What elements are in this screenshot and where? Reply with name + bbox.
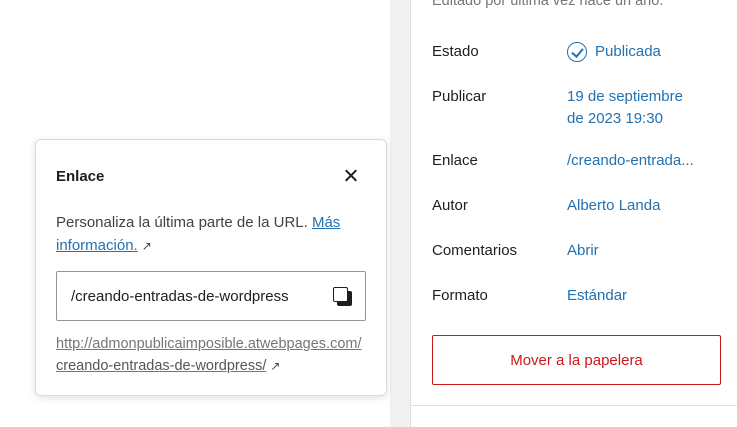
full-url: http://admonpublicaimposible.atwebpages.… (56, 333, 366, 377)
popover-description: Personaliza la última parte de la URL. M… (56, 211, 366, 258)
move-to-trash-button[interactable]: Mover a la papelera (432, 335, 721, 385)
link-row: Enlace /creando-entrada... (432, 150, 732, 172)
publish-label: Publicar (432, 88, 487, 105)
format-row: Formato Estándar (432, 285, 732, 307)
full-url-slug: creando-entradas-de-wordpress/ (56, 358, 267, 374)
description-text: Personaliza la última parte de la URL. (56, 214, 308, 231)
full-url-link[interactable]: http://admonpublicaimposible.atwebpages.… (56, 336, 361, 374)
slug-field (56, 271, 366, 321)
author-label: Autor (432, 197, 468, 214)
format-label: Formato (432, 287, 488, 304)
post-settings-sidebar: Editado por última vez hace un año. Esta… (410, 0, 737, 427)
link-popover: Enlace Personaliza la última parte de la… (35, 139, 387, 396)
slug-input[interactable] (57, 287, 319, 305)
status-value-button[interactable]: Publicada (567, 41, 661, 63)
panel-divider (390, 0, 410, 427)
link-label: Enlace (432, 152, 478, 169)
copy-icon-front (333, 287, 348, 302)
status-row: Estado Publicada (432, 41, 732, 63)
copy-icon[interactable] (333, 287, 353, 307)
author-value-button[interactable]: Alberto Landa (567, 195, 660, 217)
author-row: Autor Alberto Landa (432, 195, 732, 217)
external-link-icon-2: ↗ (270, 359, 281, 373)
publish-row: Publicar 19 de septiembre de 2023 19:30 (432, 86, 732, 130)
publish-date-button[interactable]: 19 de septiembre de 2023 19:30 (567, 86, 683, 130)
full-url-base: http://admonpublicaimposible.atwebpages.… (56, 336, 362, 352)
section-divider (411, 405, 737, 406)
comments-row: Comentarios Abrir (432, 240, 732, 262)
comments-label: Comentarios (432, 242, 518, 259)
status-value: Publicada (595, 43, 661, 60)
link-value-button[interactable]: /creando-entrada... (567, 150, 694, 172)
check-circle-icon (567, 42, 587, 62)
close-icon[interactable] (340, 165, 362, 187)
last-edited-text: Editado por última vez hace un año. (432, 0, 664, 9)
publish-date-line1: 19 de septiembre (567, 88, 683, 105)
popover-title: Enlace (56, 168, 105, 185)
status-label: Estado (432, 43, 479, 60)
publish-date-line2: de 2023 19:30 (567, 110, 663, 127)
format-value-button[interactable]: Estándar (567, 285, 627, 307)
comments-value-button[interactable]: Abrir (567, 240, 599, 262)
external-link-icon: ↗ (141, 239, 152, 253)
